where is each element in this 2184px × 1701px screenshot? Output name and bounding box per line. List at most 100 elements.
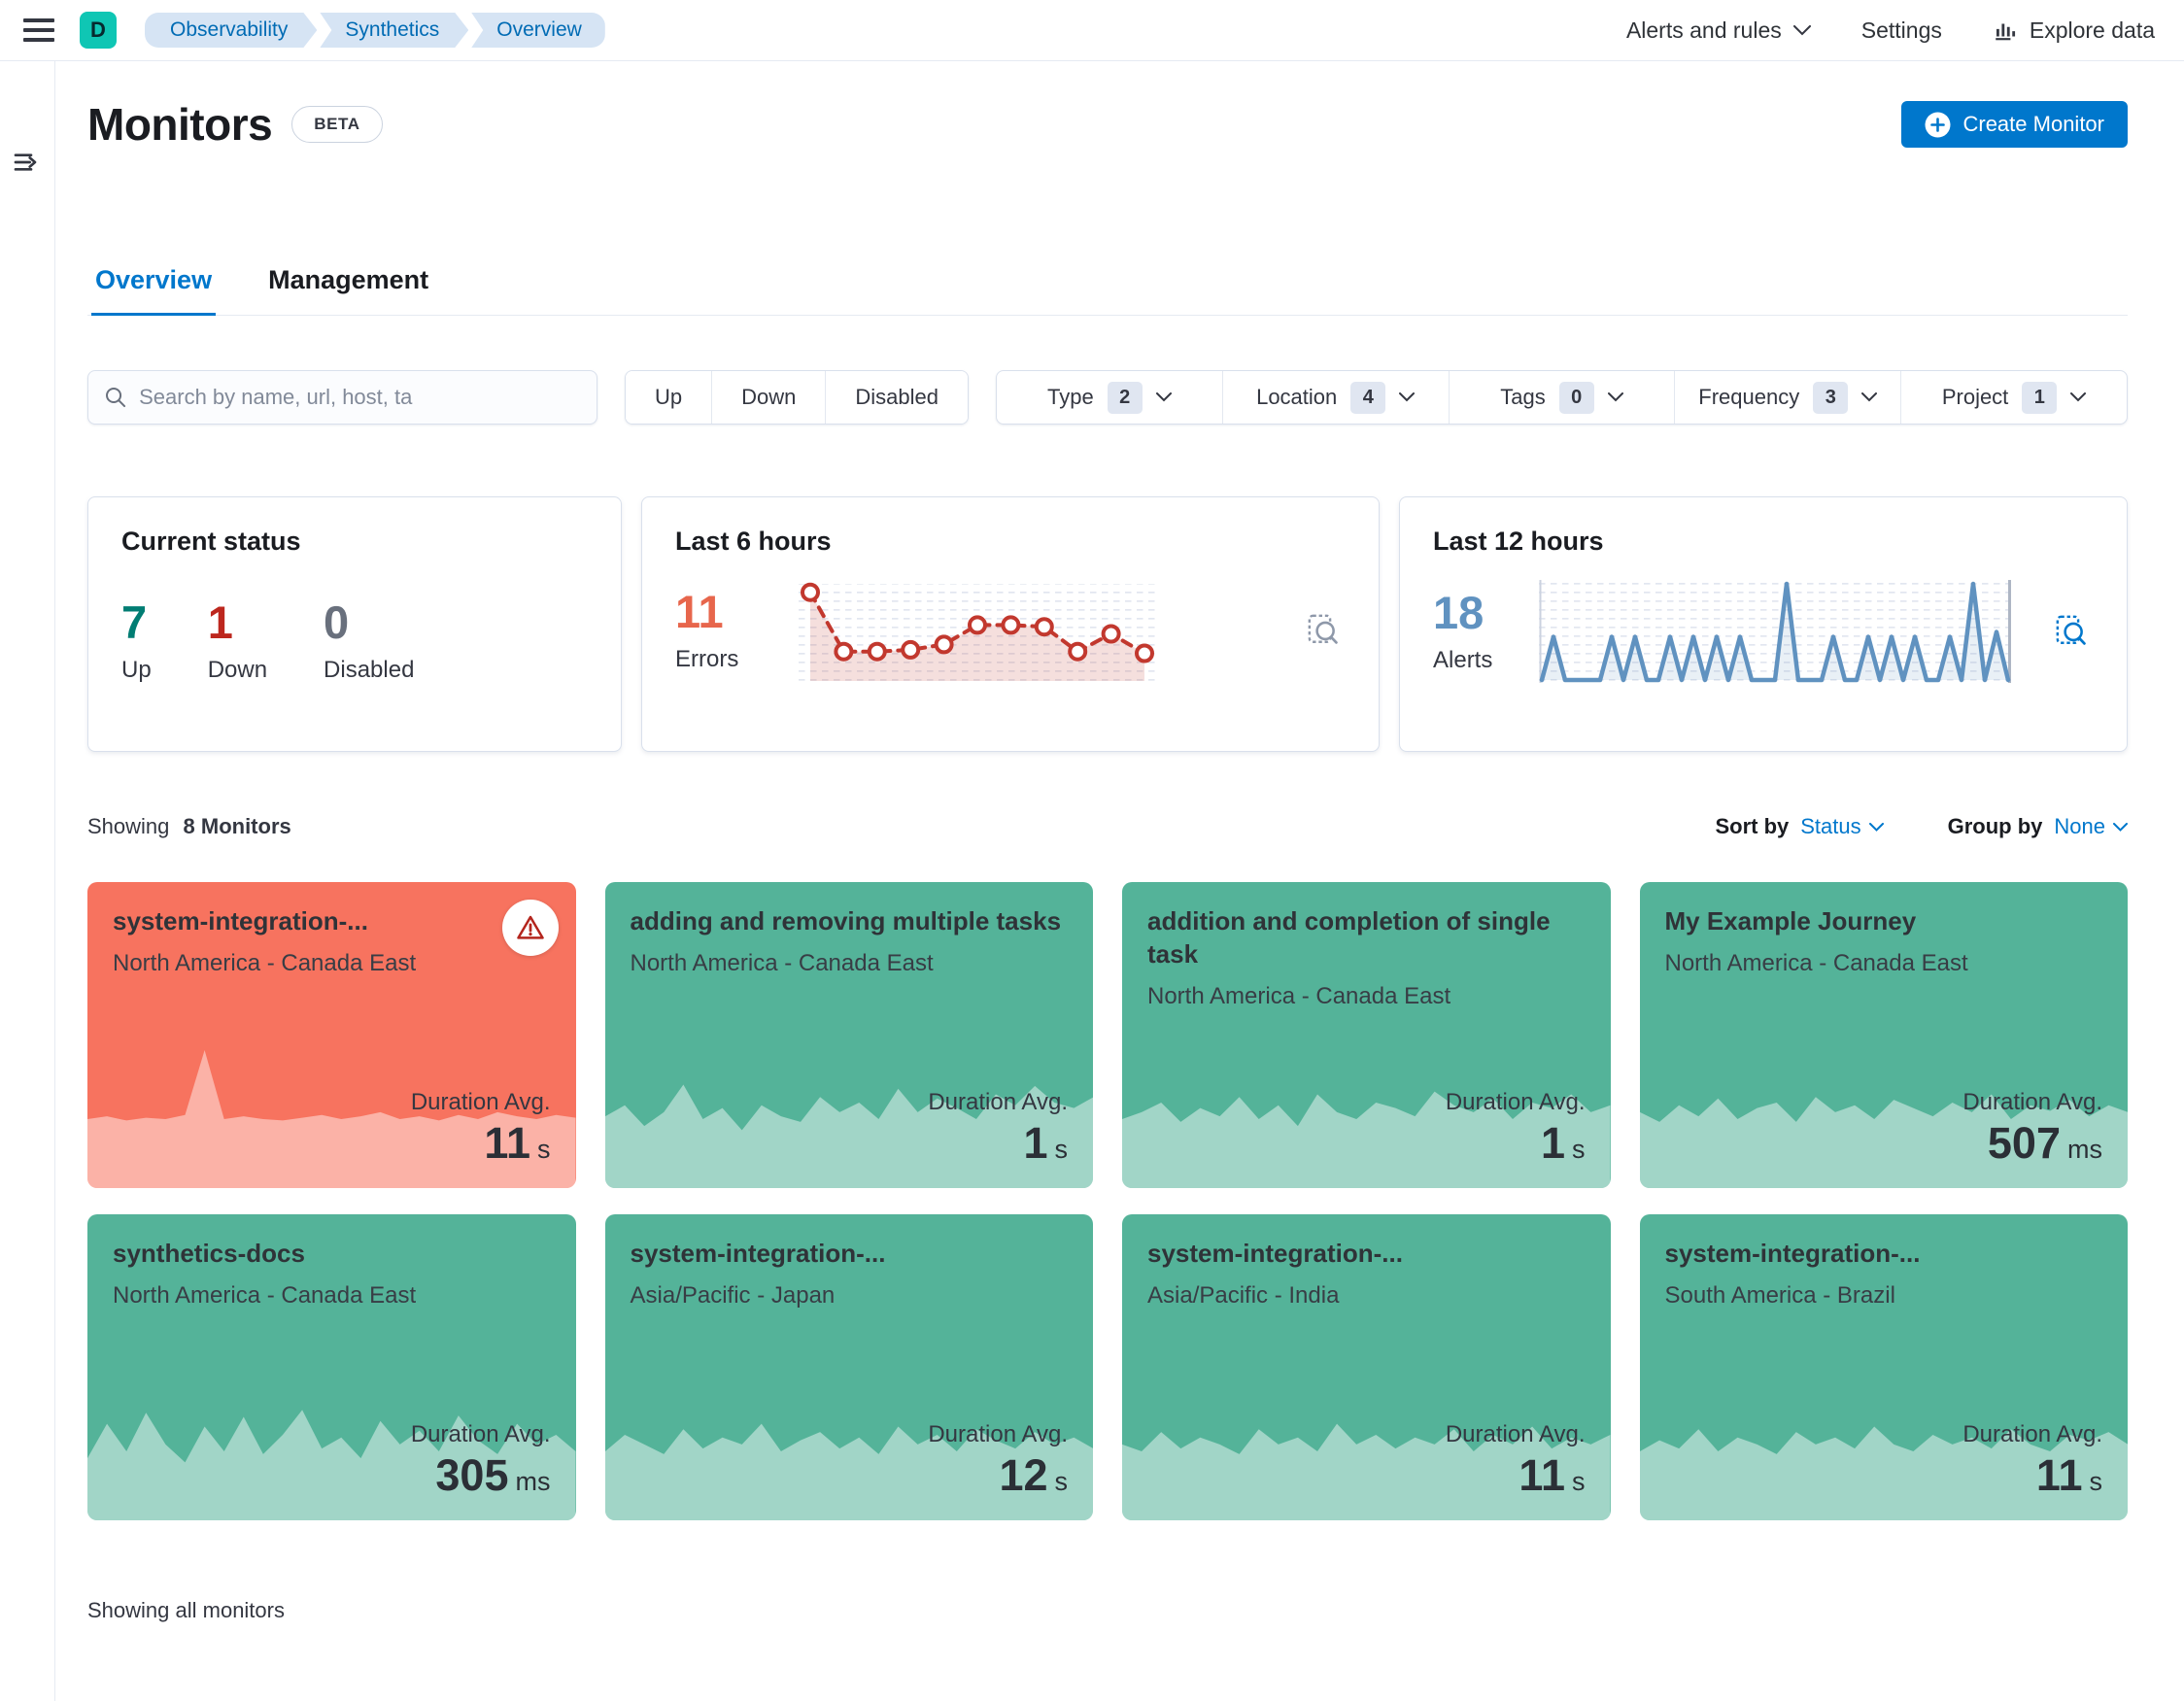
duration-unit: s — [1572, 1467, 1586, 1496]
space-avatar[interactable]: D — [80, 12, 117, 49]
up-count-label: Up — [121, 657, 152, 683]
filter-type-label: Type — [1047, 385, 1094, 409]
monitor-card[interactable]: addition and completion of single task N… — [1122, 882, 1611, 1188]
group-by-control: Group by None — [1948, 814, 2128, 839]
filter-project[interactable]: Project 1 — [1900, 371, 2127, 424]
monitor-card[interactable]: synthetics-docs North America - Canada E… — [87, 1214, 576, 1520]
monitors-count-text: Showing 8 Monitors — [87, 814, 291, 839]
monitor-title: system-integration-... — [1664, 1239, 1921, 1268]
filter-location[interactable]: Location 4 — [1221, 371, 1449, 424]
explore-data-link[interactable]: Explore data — [1993, 17, 2155, 44]
sort-by-value: Status — [1800, 814, 1861, 838]
monitor-card[interactable]: system-integration-... Asia/Pacific - Ja… — [604, 1214, 1093, 1520]
chevron-down-icon — [1399, 392, 1416, 402]
explore-data-label: Explore data — [2029, 17, 2155, 43]
disabled-count: 0 — [324, 596, 350, 648]
expand-sidebar-icon[interactable] — [12, 147, 43, 178]
monitor-card[interactable]: system-integration-... North America - C… — [87, 882, 576, 1188]
disabled-count-figure: 0 Disabled — [324, 599, 414, 684]
duration-stat: Duration Avg. 305 ms — [411, 1421, 551, 1501]
collapsed-sidebar — [0, 61, 55, 1701]
tab-management[interactable]: Management — [264, 265, 432, 316]
sort-by-label: Sort by — [1715, 814, 1790, 838]
alerts-and-rules-menu[interactable]: Alerts and rules — [1626, 17, 1811, 44]
duration-stat: Duration Avg. 507 ms — [1962, 1089, 2102, 1169]
page-title: Monitors — [87, 99, 273, 150]
filter-type[interactable]: Type 2 — [997, 371, 1222, 424]
monitor-title: system-integration-... — [1147, 1239, 1403, 1268]
tab-overview[interactable]: Overview — [91, 265, 217, 316]
duration-unit: s — [537, 1135, 551, 1164]
duration-stat: Duration Avg. 11 s — [411, 1089, 551, 1169]
monitor-location: North America - Canada East — [1147, 982, 1451, 1009]
showing-prefix: Showing — [87, 814, 170, 838]
duration-stat: Duration Avg. 11 s — [1446, 1421, 1586, 1501]
filter-location-label: Location — [1256, 385, 1338, 409]
last-6-hours-card: Last 6 hours 11 Errors — [641, 496, 1380, 752]
top-bar: D Observability Synthetics Overview Aler… — [0, 0, 2184, 61]
group-by-select[interactable]: None — [2054, 814, 2128, 839]
duration-value: 507 — [1987, 1118, 2061, 1168]
monitor-card[interactable]: adding and removing multiple tasks North… — [604, 882, 1093, 1188]
page-tabs: Overview Management — [87, 265, 2128, 316]
duration-label: Duration Avg. — [1445, 1421, 1586, 1447]
down-count-figure: 1 Down — [208, 599, 267, 684]
alerts-figure: 18 Alerts — [1433, 590, 1492, 674]
monitor-card[interactable]: system-integration-... Asia/Pacific - In… — [1122, 1214, 1611, 1520]
group-by-label: Group by — [1947, 814, 2043, 838]
breadcrumb-overview[interactable]: Overview — [471, 13, 605, 48]
settings-link[interactable]: Settings — [1861, 17, 1942, 44]
chevron-down-icon — [1792, 24, 1811, 35]
duration-label: Duration Avg. — [1445, 1089, 1586, 1115]
duration-label: Duration Avg. — [410, 1089, 551, 1115]
last-6-hours-title: Last 6 hours — [675, 527, 832, 556]
breadcrumb-observability[interactable]: Observability — [145, 13, 317, 48]
duration-stat: Duration Avg. 1s — [928, 1089, 1068, 1169]
filter-down-button[interactable]: Down — [711, 371, 826, 424]
monitor-location: North America - Canada East — [1664, 949, 1968, 976]
bar-chart-icon — [1996, 23, 2015, 41]
chevron-down-icon — [1861, 392, 1878, 402]
filter-frequency[interactable]: Frequency 3 — [1674, 371, 1900, 424]
settings-label: Settings — [1860, 17, 1942, 43]
duration-unit: ms — [515, 1467, 551, 1496]
current-status-card: Current status 7 Up 1 Down 0 Disabled — [87, 496, 622, 752]
warning-triangle-icon — [516, 915, 544, 939]
monitor-location: Asia/Pacific - Japan — [630, 1281, 836, 1309]
alerts-label: Alerts — [1433, 646, 1493, 673]
filter-disabled-button[interactable]: Disabled — [825, 371, 968, 424]
errors-sparkline-chart — [799, 580, 1157, 681]
chevron-down-icon — [1868, 822, 1884, 832]
monitor-location: North America - Canada East — [113, 1281, 417, 1309]
duration-stat: Duration Avg. 11 s — [1962, 1421, 2102, 1501]
monitor-location: North America - Canada East — [630, 949, 934, 976]
monitor-card[interactable]: My Example Journey North America - Canad… — [1639, 882, 2128, 1188]
dropdown-filter-group: Type 2 Location 4 Tags 0 Frequency 3 Pro… — [995, 370, 2128, 425]
duration-value: 12 — [999, 1450, 1048, 1500]
filter-location-count: 4 — [1350, 381, 1386, 414]
filter-frequency-count: 3 — [1813, 381, 1849, 414]
inspect-errors-button[interactable] — [1301, 607, 1346, 655]
filter-tags-label: Tags — [1500, 385, 1546, 409]
filter-project-label: Project — [1941, 385, 2009, 409]
sort-by-select[interactable]: Status — [1800, 814, 1884, 839]
duration-value: 11 — [484, 1118, 530, 1168]
search-box — [87, 370, 597, 425]
disabled-count-label: Disabled — [324, 657, 415, 683]
search-icon — [106, 387, 126, 408]
filter-tags[interactable]: Tags 0 — [1448, 371, 1675, 424]
inspect-alerts-button[interactable] — [2049, 608, 2094, 656]
breadcrumb-synthetics[interactable]: Synthetics — [320, 13, 468, 48]
filter-up-button[interactable]: Up — [626, 371, 712, 424]
hamburger-menu-icon[interactable] — [23, 14, 58, 47]
create-monitor-button[interactable]: Create Monitor — [1901, 101, 2128, 148]
duration-label: Duration Avg. — [410, 1421, 551, 1447]
beta-badge: BETA — [291, 106, 383, 143]
search-input[interactable] — [139, 385, 581, 410]
duration-stat: Duration Avg. 12 s — [928, 1421, 1068, 1501]
monitor-card[interactable]: system-integration-... South America - B… — [1639, 1214, 2128, 1520]
monitor-location: North America - Canada East — [113, 949, 417, 976]
monitor-title: My Example Journey — [1664, 906, 1917, 936]
filter-tags-count: 0 — [1558, 381, 1594, 414]
showing-count: 8 Monitors — [183, 814, 291, 838]
